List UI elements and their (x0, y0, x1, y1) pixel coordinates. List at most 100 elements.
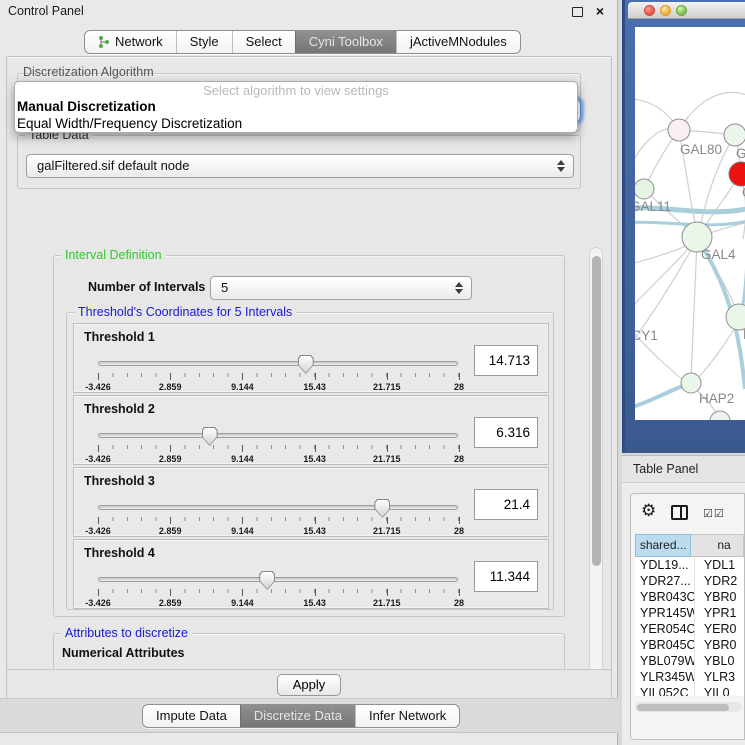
numerical-attributes-label: Numerical Attributes (62, 646, 184, 660)
node-hap2[interactable] (681, 373, 701, 393)
tab-jactivemnodules[interactable]: jActiveMNodules (396, 31, 520, 53)
control-panel-tabbar: Network Style Select Cyni Toolbox jActiv… (84, 30, 521, 54)
table-header-row: shared... na (635, 534, 744, 557)
tab-cyni-toolbox[interactable]: Cyni Toolbox (295, 31, 396, 53)
tab-infer-network[interactable]: Infer Network (355, 705, 459, 727)
close-icon[interactable]: × (596, 2, 604, 20)
gear-icon[interactable]: ⚙ (641, 501, 656, 521)
threshold-label: Threshold 4 (84, 546, 155, 560)
settings-scrollbar[interactable] (589, 247, 603, 725)
dropdown-item-manual-discretization[interactable]: Manual Discretization (15, 98, 577, 115)
slider-scale: -3.426 2.859 9.144 15.43 21.715 28 (98, 598, 459, 609)
network-icon (98, 35, 110, 49)
slider-ticks (98, 373, 459, 381)
tab-discretize-data[interactable]: Discretize Data (240, 705, 355, 727)
tab-style[interactable]: Style (176, 31, 232, 53)
threshold-row: Threshold 3 -3.426 2.859 9.144 15. (73, 467, 549, 537)
threshold-value-field[interactable]: 11.344 (474, 561, 538, 592)
slider-thumb[interactable] (202, 427, 218, 446)
column-header-name[interactable]: na (691, 534, 744, 557)
node-bottom[interactable] (710, 411, 730, 420)
table-row[interactable]: YDR27...YDR2 (635, 573, 744, 589)
table-row[interactable]: YER054CYER0 (635, 621, 744, 637)
table-panel-body: ⚙ ☑☑ shared... na YDL19...YDL1 YDR27...Y… (622, 483, 745, 745)
mac-close-icon[interactable] (644, 5, 655, 16)
threshold-slider[interactable] (98, 504, 458, 514)
threshold-label: Threshold 3 (84, 474, 155, 488)
apply-strip: Apply (7, 669, 611, 699)
tab-network[interactable]: Network (85, 31, 176, 53)
threshold-slider[interactable] (98, 576, 458, 586)
threshold-slider[interactable] (98, 360, 458, 370)
slider-thumb[interactable] (374, 499, 390, 518)
table-row[interactable]: YIL052CYIL0 (635, 685, 744, 696)
settings-scroll-area: Interval Definition Number of Intervals … (17, 247, 585, 725)
columns-icon[interactable] (671, 505, 688, 520)
slider-ticks (98, 589, 459, 597)
combo-stepper-icon (557, 160, 565, 172)
slider-track[interactable] (98, 505, 458, 510)
interval-definition-label: Interval Definition (61, 248, 166, 262)
threshold-slider[interactable] (98, 432, 458, 442)
node-label: GCY1 (635, 328, 658, 343)
table-row[interactable]: YBR045CYBR0 (635, 637, 744, 653)
select-columns-icon[interactable]: ☑☑ (703, 507, 725, 520)
node-green[interactable] (724, 124, 745, 146)
thresholds-group-label: Threshold's Coordinates for 5 Intervals (74, 305, 296, 319)
table-horizontal-scrollbar[interactable] (635, 702, 742, 712)
apply-button[interactable]: Apply (277, 674, 341, 696)
table-rows: YDL19...YDL1 YDR27...YDR2 YBR043CYBR0 YP… (635, 557, 744, 696)
tab-impute-data[interactable]: Impute Data (143, 705, 240, 727)
node-gal11[interactable] (635, 179, 654, 199)
threshold-value-field[interactable]: 21.4 (474, 489, 538, 520)
threshold-row: Threshold 1 -3.426 2.859 9.144 15. (73, 323, 549, 393)
node-pink[interactable] (668, 119, 690, 141)
mac-zoom-icon[interactable] (676, 5, 687, 16)
network-nodes[interactable] (635, 119, 745, 420)
float-window-icon[interactable] (572, 7, 583, 17)
table-row[interactable]: YPR145WYPR1 (635, 605, 744, 621)
table-panel-header: Table Panel (622, 455, 745, 483)
threshold-value-field[interactable]: 6.316 (474, 417, 538, 448)
threshold-row: Threshold 4 -3.426 2.859 9.144 15. (73, 539, 549, 609)
table-row[interactable]: YBL079WYBL0 (635, 653, 744, 669)
discretization-algorithm-label: Discretization Algorithm (23, 65, 154, 79)
scrollbar-thumb[interactable] (637, 704, 729, 711)
dropdown-item-equal-width[interactable]: Equal Width/Frequency Discretization (15, 115, 577, 132)
slider-thumb[interactable] (298, 355, 314, 374)
slider-thumb[interactable] (259, 571, 275, 590)
control-panel-title: Control Panel (8, 4, 84, 18)
table-row[interactable]: YDL19...YDL1 (635, 557, 744, 573)
threshold-value-field[interactable]: 14.713 (474, 345, 538, 376)
table-panel-inner: ⚙ ☑☑ shared... na YDL19...YDL1 YDR27...Y… (630, 493, 745, 740)
column-header-shared-name[interactable]: shared... (635, 534, 691, 557)
table-data-group: Table Data galFiltered.sif default node (17, 135, 581, 189)
interval-definition-group: Interval Definition Number of Intervals … (53, 255, 565, 617)
table-data-value: galFiltered.sif default node (37, 155, 189, 177)
slider-track[interactable] (98, 577, 458, 582)
number-of-intervals-label: Number of Intervals (88, 280, 205, 294)
number-of-intervals-value: 5 (221, 277, 228, 299)
table-row[interactable]: YLR345WYLR3 (635, 669, 744, 685)
mac-minimize-icon[interactable] (660, 5, 671, 16)
node-table: shared... na YDL19...YDL1 YDR27...YDR2 Y… (635, 534, 744, 696)
number-of-intervals-combobox[interactable]: 5 (210, 276, 472, 300)
tab-network-label: Network (115, 31, 163, 53)
threshold-label: Threshold 2 (84, 402, 155, 416)
network-window-titlebar (628, 2, 745, 19)
slider-track[interactable] (98, 433, 458, 438)
threshold-row: Threshold 2 -3.426 2.859 9.144 15. (73, 395, 549, 465)
node-label: GAL80 (680, 142, 722, 157)
network-canvas[interactable]: GAL80 GA C GAL11 GAL4 GCY1 H HAP2 (635, 27, 745, 420)
table-toolbar: ⚙ ☑☑ (631, 494, 744, 532)
slider-ticks (98, 445, 459, 453)
thresholds-group: Threshold's Coordinates for 5 Intervals … (66, 312, 554, 610)
table-data-combobox[interactable]: galFiltered.sif default node (26, 154, 574, 178)
tab-select[interactable]: Select (232, 31, 295, 53)
table-row[interactable]: YBR043CYBR0 (635, 589, 744, 605)
slider-track[interactable] (98, 361, 458, 366)
node-red-selected[interactable] (729, 162, 745, 186)
scrollbar-thumb[interactable] (592, 256, 601, 566)
node-label: HAP2 (699, 391, 734, 406)
network-view-window: GAL80 GA C GAL11 GAL4 GCY1 H HAP2 (622, 0, 745, 453)
